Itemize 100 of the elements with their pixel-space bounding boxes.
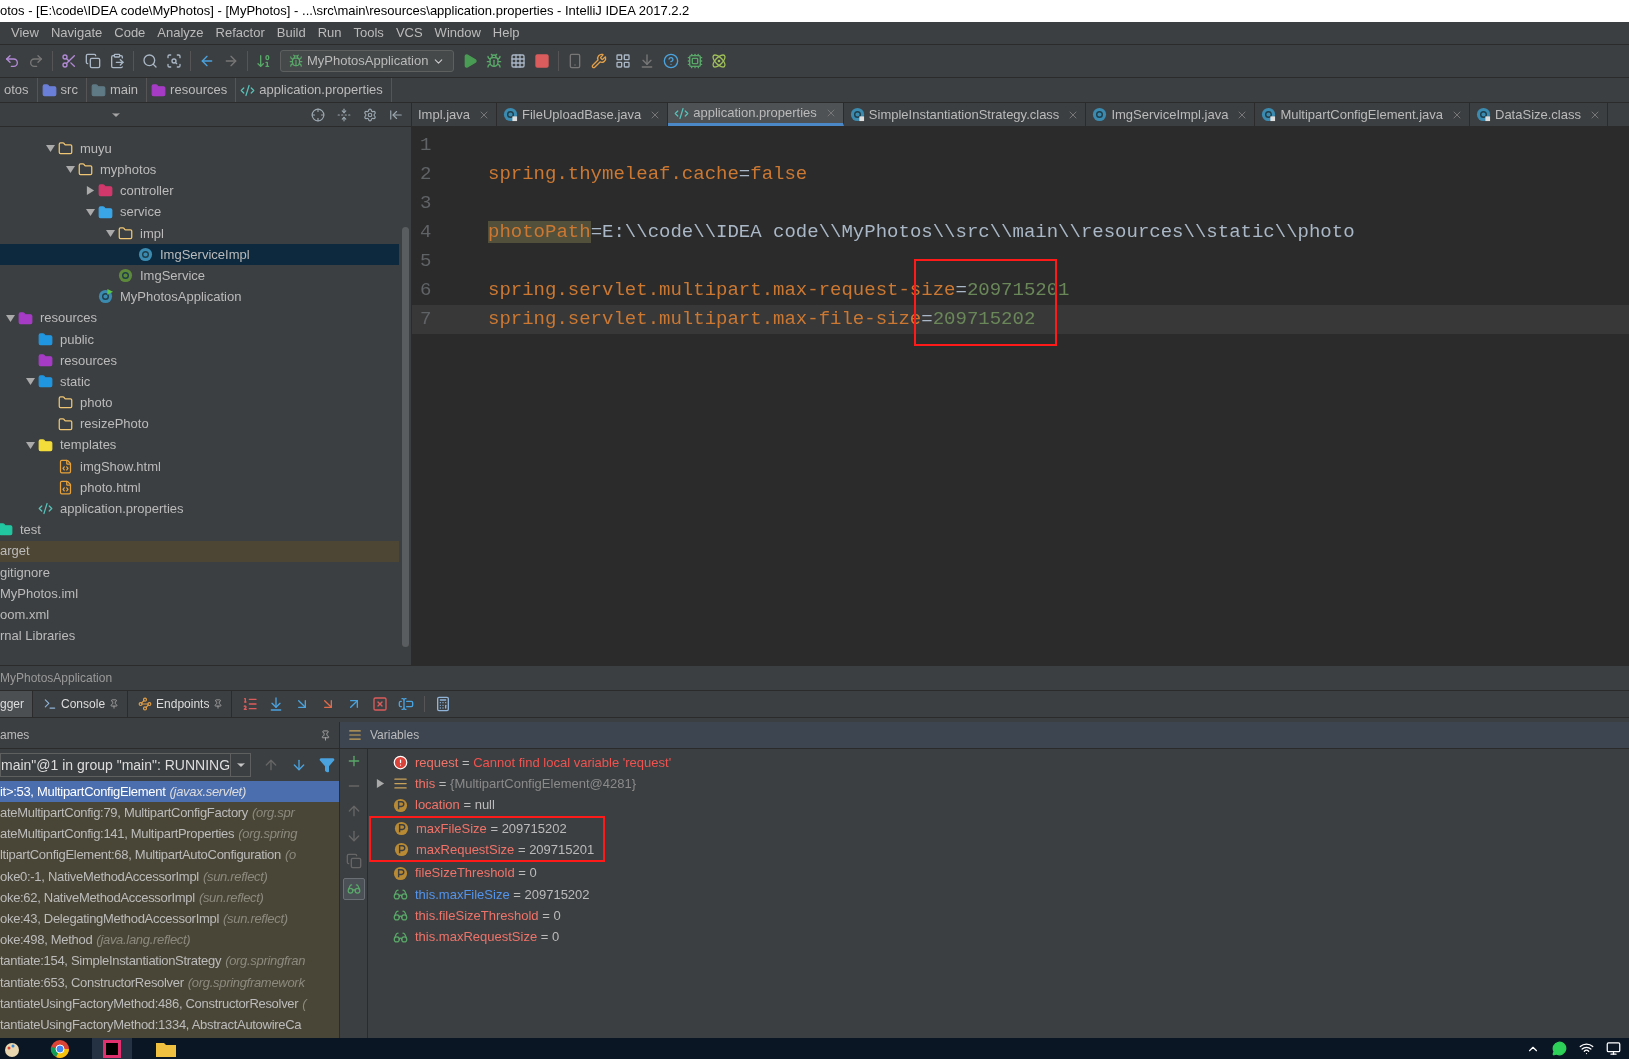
- breadcrumb[interactable]: main: [86, 78, 148, 102]
- menu-item[interactable]: View: [6, 23, 44, 43]
- search-icon[interactable]: [142, 53, 158, 69]
- expand-arrow-icon[interactable]: [45, 144, 55, 154]
- expand-arrow-icon[interactable]: [375, 779, 385, 789]
- breadcrumb[interactable]: otos: [0, 78, 38, 102]
- collapse-icon[interactable]: [337, 107, 351, 122]
- evaluate-icon[interactable]: [435, 696, 452, 712]
- variable-row[interactable]: request = Cannot find local variable 'request': [370, 752, 1629, 774]
- drop-frame-icon[interactable]: [372, 696, 389, 712]
- replace-icon[interactable]: [166, 53, 182, 69]
- settings-icon[interactable]: [591, 53, 608, 69]
- watches-toggle[interactable]: [342, 878, 365, 900]
- editor-tab[interactable]: Impl.java: [412, 103, 498, 126]
- expand-arrow-icon[interactable]: [65, 165, 75, 175]
- stack-frame[interactable]: ateMultipartConfig:141, MultipartProperties (org.spring: [0, 823, 339, 845]
- debug-tab[interactable]: Console: [43, 691, 129, 717]
- copy-icon[interactable]: [85, 53, 101, 69]
- expand-arrow-icon[interactable]: [25, 377, 35, 387]
- tree-item[interactable]: controller: [0, 180, 399, 202]
- tree-item[interactable]: photo: [0, 392, 399, 414]
- ide-taskbar-button[interactable]: [92, 1038, 132, 1059]
- editor-tab[interactable]: ImgServiceImpl.java: [1086, 103, 1256, 126]
- tree-item[interactable]: imgShow.html: [0, 455, 399, 477]
- tree-item[interactable]: resources: [0, 307, 399, 329]
- scrollbar-thumb[interactable]: [401, 227, 409, 647]
- stack-frame[interactable]: ateMultipartConfig:79, MultipartConfigFactory (org.spr: [0, 802, 339, 824]
- breadcrumb[interactable]: resources: [147, 78, 237, 102]
- variable-row[interactable]: maxFileSize = 209715202: [371, 817, 603, 840]
- structure-icon[interactable]: [615, 53, 632, 69]
- editor-tab[interactable]: MultipartConfigElement.java: [1255, 103, 1470, 126]
- locate-icon[interactable]: [311, 107, 325, 122]
- tree-item[interactable]: public: [0, 328, 399, 350]
- menu-item[interactable]: Analyze: [152, 23, 209, 43]
- display-icon[interactable]: [1606, 1041, 1621, 1056]
- tree-item[interactable]: MyPhotosApplication: [0, 286, 399, 308]
- build-icon[interactable]: [256, 53, 272, 69]
- tree-item[interactable]: rnal Libraries: [0, 625, 399, 647]
- expand-arrow-icon[interactable]: [85, 186, 95, 196]
- expand-arrow-icon[interactable]: [85, 207, 95, 217]
- tree-item[interactable]: test: [0, 519, 399, 541]
- menu-item[interactable]: Refactor: [210, 23, 270, 43]
- network-icon[interactable]: [1579, 1041, 1594, 1056]
- stack-frame[interactable]: tantiateUsingFactoryMethod:1334, AbstractAutowireCa: [0, 1014, 339, 1036]
- tree-item[interactable]: ImgService: [0, 265, 399, 287]
- menu-item[interactable]: Tools: [348, 23, 389, 43]
- menu-item[interactable]: Window: [429, 23, 486, 43]
- pin-icon[interactable]: [109, 699, 120, 709]
- variable-row[interactable]: this.maxFileSize = 209715202: [370, 883, 1629, 906]
- menu-item[interactable]: VCS: [390, 23, 428, 43]
- menu-item[interactable]: Code: [109, 23, 151, 43]
- menu-item[interactable]: Run: [312, 23, 347, 43]
- breadcrumb[interactable]: src: [37, 78, 87, 102]
- undo-icon[interactable]: [4, 53, 20, 69]
- stack-frame[interactable]: oke:43, DelegatingMethodAccessorImpl (sun.reflect): [0, 908, 339, 930]
- variable-row[interactable]: this = {MultipartConfigElement@4281}: [370, 773, 1629, 795]
- coverage-icon[interactable]: [510, 53, 527, 69]
- back-icon[interactable]: [199, 53, 215, 69]
- tree-item[interactable]: photo.html: [0, 477, 399, 499]
- tree-item[interactable]: muyu: [0, 138, 399, 160]
- forward-icon[interactable]: [223, 53, 239, 69]
- menu-item[interactable]: Navigate: [45, 23, 108, 43]
- debug-tab[interactable]: gger: [0, 691, 34, 717]
- stack-frame[interactable]: oke0:-1, NativeMethodAccessorImpl (sun.reflect): [0, 865, 339, 887]
- tree-item[interactable]: impl: [0, 222, 399, 244]
- variable-row[interactable]: location = null: [370, 794, 1629, 816]
- run-configuration-dropdown[interactable]: MyPhotosApplication: [280, 50, 455, 72]
- atom-icon[interactable]: [711, 53, 728, 69]
- chip-icon[interactable]: [687, 53, 704, 69]
- palette-icon[interactable]: [4, 1040, 20, 1057]
- tree-item[interactable]: myphotos: [0, 159, 399, 181]
- tree-item[interactable]: gitignore: [0, 561, 399, 583]
- stack-frame[interactable]: tantiate:154, SimpleInstantiationStrategy (org.springfran: [0, 950, 339, 972]
- menu-item[interactable]: Build: [271, 23, 311, 43]
- help-icon[interactable]: [663, 53, 680, 69]
- tree-item[interactable]: oom.xml: [0, 604, 399, 626]
- stack-frame[interactable]: oke:62, NativeMethodAccessorImpl (sun.reflect): [0, 886, 339, 909]
- thread-dropdown[interactable]: main"@1 in group "main": RUNNING: [0, 753, 251, 777]
- stack-frame[interactable]: tantiate:653, ConstructorResolver (org.springframework: [0, 971, 339, 993]
- pin-icon[interactable]: [213, 699, 224, 709]
- variable-row[interactable]: this.maxRequestSize = 0: [370, 926, 1629, 948]
- editor-tab[interactable]: application.properties: [668, 103, 844, 126]
- filter-icon[interactable]: [319, 757, 335, 773]
- breadcrumb[interactable]: application.properties: [236, 78, 392, 102]
- stack-frame[interactable]: oke:498, Method (java.lang.reflect): [0, 929, 339, 951]
- tree-item[interactable]: arget: [0, 540, 399, 562]
- tree-item[interactable]: service: [0, 201, 399, 223]
- cut-icon[interactable]: [61, 53, 77, 69]
- editor-tab[interactable]: DataSize.class: [1470, 103, 1608, 126]
- stack-frame[interactable]: it>:53, MultipartConfigElement (javax.servlet): [0, 781, 339, 803]
- variable-row[interactable]: maxRequestSize = 209715201: [371, 839, 603, 861]
- settings-icon[interactable]: [363, 107, 377, 122]
- tree-item[interactable]: MyPhotos.iml: [0, 582, 399, 605]
- tree-item[interactable]: templates: [0, 434, 399, 456]
- tree-item[interactable]: ImgServiceImpl: [0, 243, 399, 266]
- debug-icon[interactable]: [486, 53, 503, 69]
- pin-icon[interactable]: [320, 729, 331, 741]
- tree-item[interactable]: resizePhoto: [0, 413, 399, 435]
- expand-arrow-icon[interactable]: [25, 440, 35, 450]
- editor-tab[interactable]: SimpleInstantiationStrategy.class: [843, 103, 1087, 126]
